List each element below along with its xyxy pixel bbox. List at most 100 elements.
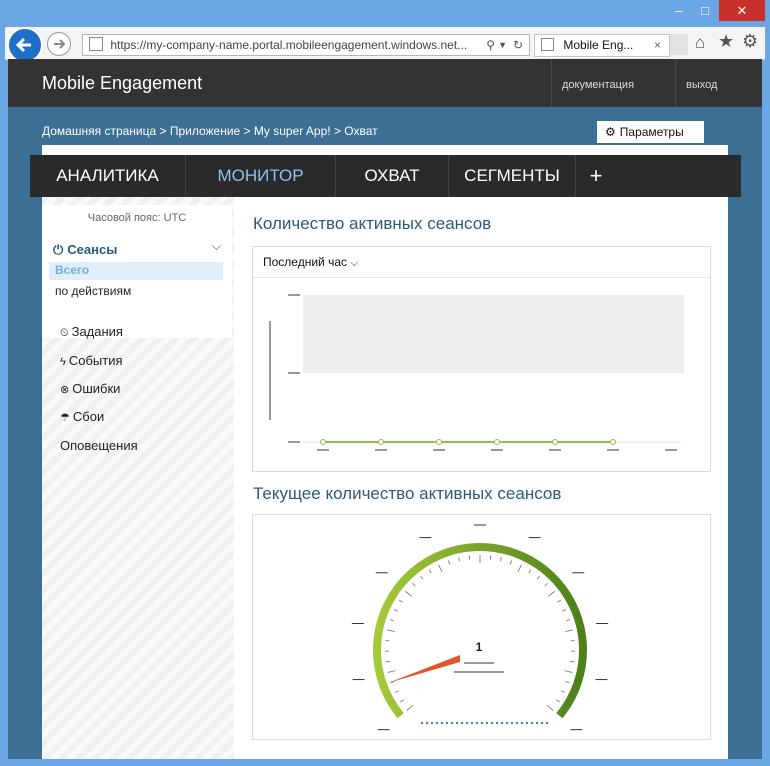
browser-tab[interactable]: Mobile Eng... × [534, 34, 670, 57]
pager-dot [520, 721, 524, 725]
range-selector[interactable]: Последний час ⌵ [263, 255, 358, 269]
chart-band [303, 295, 684, 373]
sidebar-item-jobs[interactable]: ⏲ Задания [60, 324, 123, 340]
data-point [610, 439, 616, 445]
gauge-tick [555, 699, 560, 703]
refresh-icon[interactable]: ↻ [513, 35, 523, 55]
pager-dot [470, 721, 474, 725]
data-point [552, 439, 558, 445]
gauge-tick [406, 705, 414, 711]
gauge-tick [419, 575, 424, 580]
tab-reach[interactable]: ОХВАТ [336, 155, 449, 197]
params-label: Параметры [619, 125, 684, 139]
active-sessions-chart [269, 294, 684, 451]
sessions-menu: ⏻ Сеансы ⌵ Всего по действиям [47, 236, 231, 304]
maximize-button[interactable]: □ [693, 0, 717, 21]
tab-analytics[interactable]: АНАЛИТИКА [30, 155, 186, 197]
gauge-tick [394, 690, 399, 694]
sub-item-all[interactable]: Всего [49, 262, 223, 280]
new-tab-area[interactable] [670, 34, 688, 55]
active-sessions-card: Последний час ⌵ [252, 246, 711, 472]
gauge-needle [388, 655, 460, 683]
pager-dot [530, 721, 534, 725]
url-text: https://my-company-name.portal.mobileeng… [110, 38, 468, 52]
active-sessions-title: Количество активных сеансов [253, 214, 492, 233]
chevron-down-icon[interactable]: ⌵ [212, 239, 221, 254]
sidebar-item-crashes[interactable]: ☂ Сбои [60, 409, 104, 424]
pager-dot [515, 721, 519, 725]
address-bar[interactable]: https://my-company-name.portal.mobileeng… [82, 34, 530, 56]
main-panel: Количество активных сеансов Последний ча… [234, 197, 728, 759]
gauge-tick [385, 660, 390, 663]
pager-dot [480, 721, 484, 725]
pager-dot [490, 721, 494, 725]
tab-segments[interactable]: СЕГМЕНТЫ [449, 155, 576, 197]
pager-dot [545, 721, 549, 725]
gauge-tick [528, 569, 532, 574]
current-sessions-gauge [351, 524, 609, 731]
sidebar-item-alerts[interactable]: Оповещения [60, 438, 138, 453]
gauge-tick [562, 609, 567, 612]
pager-dot [540, 721, 544, 725]
gauge-arc [373, 543, 587, 719]
sessions-header[interactable]: ⏻ Сеансы [53, 242, 117, 258]
range-label: Последний час [263, 255, 348, 269]
top-navigation: АНАЛИТИКА МОНИТОР ОХВАТ СЕГМЕНТЫ + [30, 155, 741, 197]
pager-dot [420, 721, 424, 725]
gauge-tick [564, 629, 573, 633]
search-icon[interactable]: ⚲ [486, 35, 495, 55]
pager-dot [510, 721, 514, 725]
gauge-tick [546, 705, 554, 711]
forward-button[interactable] [47, 32, 71, 56]
settings-gear-icon[interactable]: ⚙ [742, 31, 758, 52]
logout-link[interactable]: выход [675, 59, 763, 107]
breadcrumb[interactable]: Домашняя страница > Приложение > My supe… [42, 124, 378, 138]
pager-dot [445, 721, 449, 725]
gauge-tick [412, 582, 416, 587]
pager-dot [500, 721, 504, 725]
favorites-icon[interactable]: ★ [718, 31, 734, 52]
sessions-label: Сеансы [67, 242, 118, 257]
close-window-button[interactable]: ✕ [719, 0, 765, 21]
error-icon: ⊗ [60, 384, 70, 396]
add-tab-button[interactable]: + [576, 155, 616, 197]
tab-monitor[interactable]: МОНИТОР [186, 155, 336, 197]
browser-toolbar: https://my-company-name.portal.mobileeng… [5, 27, 765, 63]
minimize-button[interactable]: – [667, 0, 691, 21]
pager-dot [450, 721, 454, 725]
sidebar-item-jobs-label: Задания [71, 324, 123, 339]
umbrella-icon: ☂ [60, 412, 70, 424]
pager-dot [535, 721, 539, 725]
pager-dot [525, 721, 529, 725]
gauge-tick [404, 590, 412, 597]
pager-dot [430, 721, 434, 725]
back-button[interactable] [7, 27, 43, 63]
sidebar-item-errors-label: Ошибки [72, 381, 121, 396]
pager-dot [495, 721, 499, 725]
pager-dot [505, 721, 509, 725]
docs-link[interactable]: документация [551, 59, 674, 107]
sidebar-item-events-label: События [68, 353, 123, 368]
gauge-tick [570, 660, 575, 663]
gauge-tick [548, 590, 556, 597]
sub-item-by-action[interactable]: по действиям [55, 284, 131, 298]
pager-dot [475, 721, 479, 725]
close-tab-icon[interactable]: × [654, 35, 661, 56]
pager-dot [440, 721, 444, 725]
gauge-tick [458, 557, 461, 562]
data-point [320, 439, 326, 445]
gauge-tick [509, 560, 513, 565]
gauge-value: 1 [475, 640, 483, 654]
sidebar-item-errors[interactable]: ⊗ Ошибки [60, 381, 120, 396]
sidebar-item-events[interactable]: ϟ События [60, 353, 123, 368]
app-header: Mobile Engagement документация выход [8, 59, 762, 107]
gauge-tick [447, 560, 451, 565]
gauge-tick [387, 629, 396, 633]
browser-window: – □ ✕ https://my-company-name.portal.mob… [0, 0, 770, 766]
timer-icon: ⏲ [60, 327, 69, 339]
arrow-right-icon [54, 39, 66, 49]
chevron-down-icon[interactable]: ▼ [498, 35, 507, 55]
params-button[interactable]: ⚙ Параметры [597, 121, 704, 143]
home-icon[interactable]: ⌂ [695, 33, 705, 53]
sidebar-item-crashes-label: Сбои [72, 409, 105, 424]
